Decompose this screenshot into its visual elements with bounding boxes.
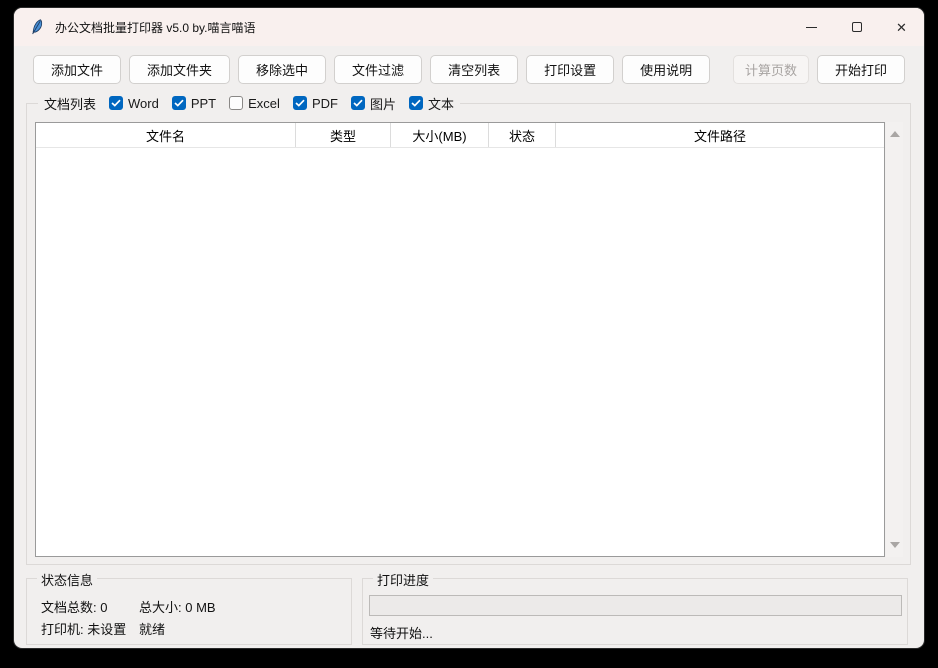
column-header-filename[interactable]: 文件名 — [36, 123, 296, 147]
minimize-button[interactable] — [789, 8, 834, 46]
filter-pdf-label: PDF — [312, 96, 338, 111]
filter-word-label: Word — [128, 96, 159, 111]
toolbar: 添加文件 添加文件夹 移除选中 文件过滤 清空列表 打印设置 使用说明 计算页数… — [33, 54, 905, 84]
clear-list-button[interactable]: 清空列表 — [430, 55, 518, 84]
progress-status-text: 等待开始... — [370, 623, 433, 642]
file-table-header: 文件名 类型 大小(MB) 状态 文件路径 — [36, 123, 884, 148]
column-header-type[interactable]: 类型 — [296, 123, 391, 147]
scroll-up-icon[interactable] — [890, 131, 900, 137]
checkbox-ppt-icon[interactable] — [172, 96, 186, 110]
total-docs-text: 文档总数: 0 — [41, 597, 107, 616]
maximize-icon — [852, 22, 862, 32]
app-window: 办公文档批量打印器 v5.0 by.喵言喵语 ✕ 添加文件 添加文件夹 移除选中… — [14, 8, 924, 648]
add-folder-button[interactable]: 添加文件夹 — [129, 55, 230, 84]
filter-ppt[interactable]: PPT — [172, 96, 216, 111]
checkbox-image-icon[interactable] — [351, 96, 365, 110]
start-print-button[interactable]: 开始打印 — [817, 55, 905, 84]
window-title: 办公文档批量打印器 v5.0 by.喵言喵语 — [55, 19, 255, 36]
maximize-button[interactable] — [834, 8, 879, 46]
column-header-size[interactable]: 大小(MB) — [391, 123, 489, 147]
file-filter-button[interactable]: 文件过滤 — [334, 55, 422, 84]
print-settings-button[interactable]: 打印设置 — [526, 55, 614, 84]
status-info-groupbox: 状态信息 文档总数: 0 总大小: 0 MB 打印机: 未设置 就绪 — [26, 578, 352, 645]
checkbox-text-icon[interactable] — [409, 96, 423, 110]
column-header-filepath[interactable]: 文件路径 — [556, 123, 884, 147]
remove-selected-button[interactable]: 移除选中 — [238, 55, 326, 84]
window-controls: ✕ — [789, 8, 924, 46]
filter-image-label: 图片 — [370, 94, 396, 113]
table-vertical-scrollbar[interactable] — [886, 122, 903, 557]
checkbox-pdf-icon[interactable] — [293, 96, 307, 110]
document-list-label: 文档列表 — [44, 94, 96, 113]
checkbox-word-icon[interactable] — [109, 96, 123, 110]
checkbox-excel-icon[interactable] — [229, 96, 243, 110]
progress-bar — [369, 595, 902, 616]
filter-text-label: 文本 — [428, 94, 454, 113]
tk-feather-icon — [29, 19, 45, 35]
filter-word[interactable]: Word — [109, 96, 159, 111]
filter-ppt-label: PPT — [191, 96, 216, 111]
filter-image[interactable]: 图片 — [351, 94, 396, 113]
scroll-down-icon[interactable] — [890, 542, 900, 548]
status-info-label: 状态信息 — [37, 570, 97, 589]
file-list-body[interactable] — [36, 148, 884, 556]
close-icon: ✕ — [896, 21, 907, 34]
help-button[interactable]: 使用说明 — [622, 55, 710, 84]
column-header-status[interactable]: 状态 — [489, 123, 556, 147]
filter-row: 文档列表 Word PPT Excel PDF 图片 文本 — [38, 94, 460, 112]
add-file-button[interactable]: 添加文件 — [33, 55, 121, 84]
printer-text: 打印机: 未设置 — [41, 619, 126, 638]
total-size-text: 总大小: 0 MB — [139, 597, 216, 616]
close-button[interactable]: ✕ — [879, 8, 924, 46]
calc-pages-button: 计算页数 — [733, 55, 809, 84]
filter-excel-label: Excel — [248, 96, 280, 111]
minimize-icon — [806, 27, 817, 28]
filter-excel[interactable]: Excel — [229, 96, 280, 111]
file-table: 文件名 类型 大小(MB) 状态 文件路径 — [35, 122, 885, 557]
filter-text[interactable]: 文本 — [409, 94, 454, 113]
titlebar: 办公文档批量打印器 v5.0 by.喵言喵语 ✕ — [14, 8, 924, 46]
print-progress-groupbox: 打印进度 等待开始... — [362, 578, 908, 645]
print-progress-label: 打印进度 — [373, 570, 433, 589]
ready-text: 就绪 — [139, 619, 165, 638]
filter-pdf[interactable]: PDF — [293, 96, 338, 111]
